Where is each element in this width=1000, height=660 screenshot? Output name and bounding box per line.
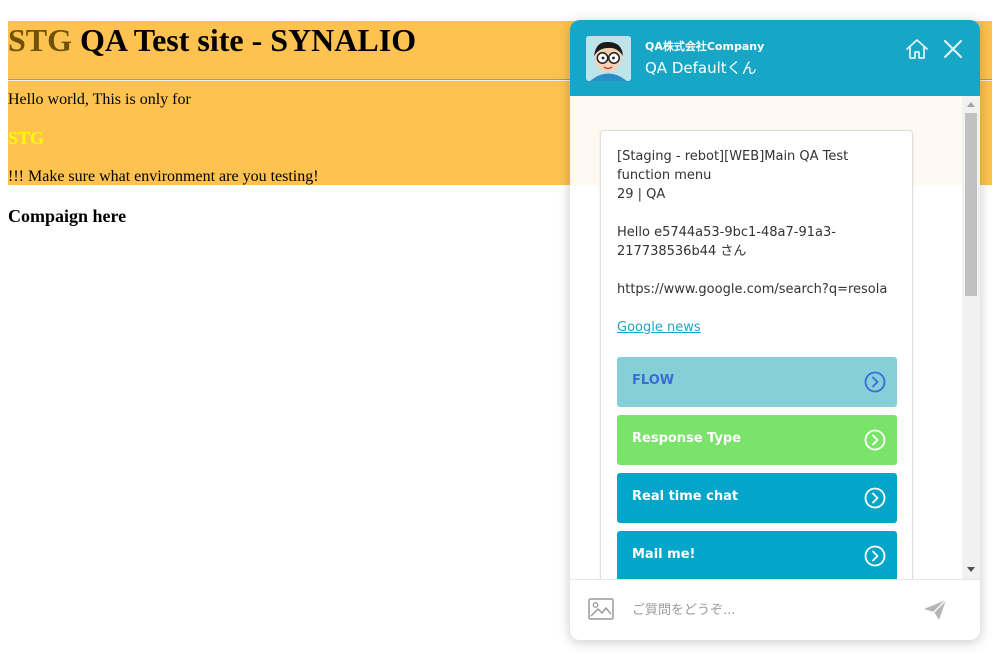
chat-header: QA株式会社Company QA Defaultくん <box>570 20 980 96</box>
bot-avatar-icon <box>586 36 631 81</box>
chevron-right-icon <box>864 545 886 567</box>
mail-me-button[interactable]: Mail me! <box>617 531 897 579</box>
scroll-up-arrow-icon[interactable] <box>967 102 975 107</box>
real-time-chat-button[interactable]: Real time chat <box>617 473 897 523</box>
hello-text: Hello world, This is only for <box>8 91 191 108</box>
scroll-thumb[interactable] <box>965 113 977 296</box>
chevron-right-icon <box>864 487 886 509</box>
send-icon[interactable] <box>922 598 948 622</box>
environment-warning: !!! Make sure what environment are you t… <box>8 168 319 185</box>
image-upload-icon[interactable] <box>588 598 614 620</box>
chevron-right-icon <box>864 429 886 451</box>
real-time-chat-button-label: Real time chat <box>632 489 739 504</box>
company-name: QA株式会社Company <box>645 40 765 53</box>
flow-button[interactable]: FLOW <box>617 357 897 407</box>
campaign-heading: Compaign here <box>8 206 127 226</box>
chat-messages[interactable]: [Staging - rebot][WEB]Main QA Test funct… <box>570 96 980 579</box>
chat-scrollbar[interactable] <box>962 96 980 579</box>
chevron-right-icon <box>864 371 886 393</box>
stg-label: STG <box>8 128 45 148</box>
scroll-down-arrow-icon[interactable] <box>967 567 975 572</box>
site-title: STG QA Test site - SYNALIO <box>8 20 416 60</box>
chat-widget: QA株式会社Company QA Defaultくん [Staging - re… <box>570 20 980 640</box>
site-title-text: QA Test site - SYNALIO <box>72 22 417 58</box>
response-type-button-label: Response Type <box>632 431 742 446</box>
chat-footer <box>570 579 980 640</box>
response-type-button[interactable]: Response Type <box>617 415 897 465</box>
bot-message-text: [Staging - rebot][WEB]Main QA Test funct… <box>617 149 888 297</box>
flow-button-label: FLOW <box>632 373 675 388</box>
site-title-env: STG <box>8 22 73 58</box>
close-icon[interactable] <box>940 36 966 62</box>
bot-name: QA Defaultくん <box>645 59 757 77</box>
chat-message-input[interactable] <box>630 594 914 626</box>
bot-message-bubble: [Staging - rebot][WEB]Main QA Test funct… <box>600 130 913 579</box>
mail-me-button-label: Mail me! <box>632 547 696 562</box>
home-icon[interactable] <box>904 36 930 62</box>
google-news-link[interactable]: Google news <box>617 318 701 337</box>
